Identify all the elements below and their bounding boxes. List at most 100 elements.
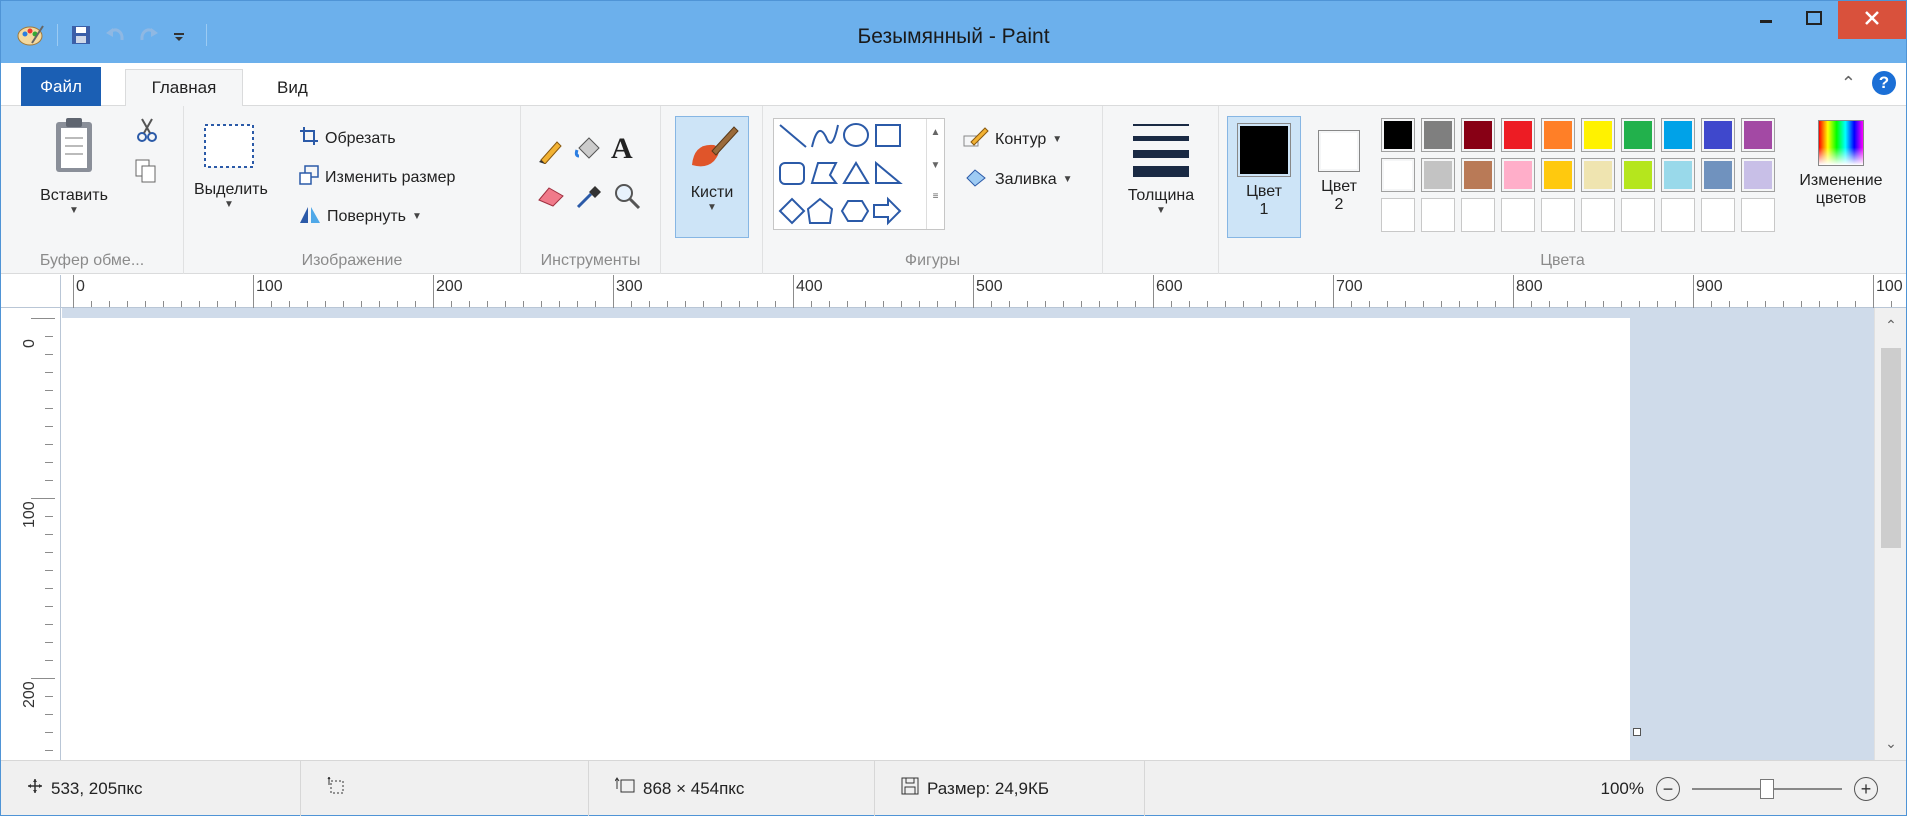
help-icon[interactable]: ? — [1872, 71, 1896, 95]
rotate-button[interactable]: Повернуть ▼ — [299, 204, 422, 229]
tab-view[interactable]: Вид — [263, 69, 322, 106]
crop-button[interactable]: Обрезать — [299, 126, 396, 151]
drawing-canvas[interactable] — [62, 318, 1630, 760]
palette-swatch[interactable] — [1621, 118, 1655, 152]
status-bar: 533, 205пкс 868 × 454пкс Размер: 24,9КБ … — [1, 760, 1906, 816]
ruler-minor-tick — [45, 588, 53, 589]
palette-swatch[interactable] — [1461, 158, 1495, 192]
color1-label-line2: 1 — [1259, 201, 1269, 218]
vertical-scrollbar[interactable]: ⌃ ⌄ — [1874, 308, 1906, 760]
palette-swatch[interactable] — [1421, 118, 1455, 152]
zoom-slider-knob[interactable] — [1760, 778, 1774, 799]
palette-swatch[interactable] — [1581, 118, 1615, 152]
palette-swatch[interactable] — [1541, 118, 1575, 152]
palette-swatch[interactable] — [1381, 198, 1415, 232]
close-button[interactable] — [1838, 1, 1906, 39]
palette-swatch[interactable] — [1461, 198, 1495, 232]
eraser-icon[interactable] — [537, 184, 565, 213]
palette-swatch[interactable] — [1541, 158, 1575, 192]
outline-button[interactable]: Контур ▼ — [963, 126, 1062, 153]
palette-swatch[interactable] — [1701, 118, 1735, 152]
fill-bucket-icon[interactable] — [573, 134, 603, 169]
maximize-button[interactable] — [1790, 1, 1838, 39]
ruler-minor-tick — [883, 301, 884, 307]
shapes-gallery[interactable]: ▲ ▼ ≡ — [773, 118, 945, 230]
brushes-button[interactable]: Кисти ▼ — [675, 116, 749, 238]
edit-colors-button[interactable]: Изменение цветов — [1781, 116, 1901, 208]
ribbon-controls: ⌃ ? — [1841, 71, 1896, 95]
ruler-label: 100 — [256, 278, 283, 295]
select-button[interactable]: Выделить ▼ — [194, 122, 268, 210]
size-button[interactable]: Толщина ▼ — [1113, 118, 1209, 216]
palette-swatch[interactable] — [1461, 118, 1495, 152]
minimize-ribbon-icon[interactable]: ⌃ — [1841, 73, 1856, 94]
magnifier-icon[interactable] — [613, 182, 641, 215]
ruler-minor-tick — [1567, 301, 1568, 307]
group-image: Выделить ▼ Обрезать Изменить размер Пове… — [184, 106, 521, 274]
tab-home[interactable]: Главная — [125, 69, 243, 106]
palette-swatch[interactable] — [1621, 198, 1655, 232]
ruler-minor-tick — [45, 696, 53, 697]
scroll-down-arrow-icon[interactable]: ⌄ — [1875, 728, 1907, 758]
paste-button[interactable]: Вставить ▼ — [39, 116, 109, 216]
scrollbar-thumb[interactable] — [1881, 348, 1901, 548]
fill-button[interactable]: Заливка ▼ — [963, 166, 1073, 193]
palette-swatch[interactable] — [1621, 158, 1655, 192]
cut-icon[interactable] — [136, 118, 158, 147]
ruler-minor-tick — [91, 301, 92, 307]
zoom-out-button[interactable]: − — [1656, 776, 1680, 801]
palette-swatch[interactable] — [1741, 198, 1775, 232]
select-dropdown-arrow[interactable]: ▼ — [194, 199, 264, 210]
palette-swatch[interactable] — [1381, 158, 1415, 192]
palette-swatch[interactable] — [1501, 198, 1535, 232]
copy-icon[interactable] — [134, 158, 158, 189]
paste-dropdown-arrow[interactable]: ▼ — [39, 205, 109, 216]
tab-file[interactable]: Файл — [21, 67, 101, 106]
zoom-in-button[interactable]: + — [1854, 776, 1878, 801]
palette-swatch[interactable] — [1541, 198, 1575, 232]
select-rectangle-icon — [202, 124, 256, 174]
color-picker-icon[interactable] — [575, 182, 603, 215]
palette-swatch[interactable] — [1501, 158, 1535, 192]
brushes-dropdown-arrow: ▼ — [707, 202, 717, 213]
group-size: Толщина ▼ — [1103, 106, 1219, 274]
ruler-minor-tick — [1459, 301, 1460, 307]
shapes-gallery-scroll[interactable]: ▲ ▼ ≡ — [926, 119, 944, 229]
palette-swatch[interactable] — [1661, 118, 1695, 152]
text-tool-icon[interactable]: A — [611, 132, 633, 166]
outline-label: Контур — [995, 130, 1047, 148]
ruler-label: 100 — [21, 501, 38, 528]
pencil-icon[interactable] — [537, 136, 565, 169]
ruler-major-tick — [73, 275, 74, 308]
ruler-label: 200 — [436, 278, 463, 295]
resize-button[interactable]: Изменить размер — [299, 165, 455, 190]
scroll-up-arrow-icon[interactable]: ⌃ — [1875, 310, 1907, 340]
ruler-minor-tick — [1387, 301, 1388, 307]
zoom-slider[interactable] — [1692, 778, 1842, 799]
palette-swatch[interactable] — [1501, 118, 1535, 152]
palette-swatch[interactable] — [1581, 198, 1615, 232]
fill-bucket-small-icon — [963, 166, 989, 193]
palette-swatch[interactable] — [1661, 158, 1695, 192]
color1-button[interactable]: Цвет 1 — [1227, 116, 1301, 238]
palette-swatch[interactable] — [1701, 158, 1735, 192]
color2-button[interactable]: Цвет 2 — [1311, 116, 1367, 214]
ruler-minor-tick — [45, 426, 53, 427]
palette-swatch[interactable] — [1701, 198, 1735, 232]
canvas-resize-handle[interactable] — [1633, 728, 1641, 736]
palette-swatch[interactable] — [1381, 118, 1415, 152]
ruler-label: 700 — [1336, 278, 1363, 295]
palette-swatch[interactable] — [1421, 198, 1455, 232]
ruler-minor-tick — [1603, 301, 1604, 307]
minimize-button[interactable] — [1742, 1, 1790, 39]
palette-swatch[interactable] — [1741, 158, 1775, 192]
palette-swatch[interactable] — [1421, 158, 1455, 192]
palette-swatch[interactable] — [1741, 118, 1775, 152]
palette-swatch[interactable] — [1581, 158, 1615, 192]
clipboard-icon — [52, 118, 96, 180]
vertical-ruler: 0 100 200 — [1, 308, 61, 760]
image-group-label: Изображение — [301, 252, 403, 269]
crop-icon — [299, 126, 319, 151]
palette-swatch[interactable] — [1661, 198, 1695, 232]
minimize-icon — [1759, 11, 1773, 30]
